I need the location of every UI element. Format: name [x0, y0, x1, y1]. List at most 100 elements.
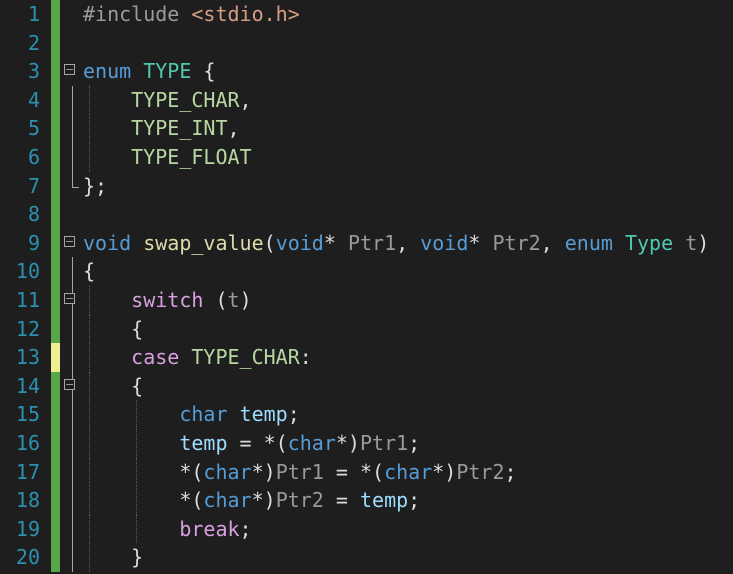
- code-token: TYPE_FLOAT: [131, 145, 252, 169]
- code-token: (: [203, 288, 228, 312]
- fold-guide-line: [72, 514, 73, 544]
- code-text[interactable]: enum TYPE {: [83, 57, 215, 86]
- code-token: char: [203, 488, 252, 513]
- code-text[interactable]: *(char*)Ptr1 = *(char*)Ptr2;: [83, 458, 516, 487]
- code-line[interactable]: 2: [0, 28, 733, 58]
- fold-guide-line: [72, 457, 73, 487]
- code-line[interactable]: 20 }: [0, 543, 733, 572]
- code-line[interactable]: 5 TYPE_INT,: [0, 114, 733, 143]
- code-token: }: [83, 545, 144, 570]
- fold-end-marker: [72, 171, 79, 188]
- saved-change-marker: [51, 28, 60, 58]
- code-text[interactable]: };: [83, 172, 107, 201]
- line-number: 13: [15, 345, 40, 370]
- code-token: temp: [179, 431, 228, 455]
- fold-guide-line: [72, 429, 73, 458]
- saved-change-marker: [51, 543, 60, 572]
- code-token: case: [131, 345, 180, 370]
- code-token: {: [83, 373, 144, 398]
- code-line[interactable]: 12 {: [0, 314, 733, 344]
- code-text[interactable]: char temp;: [83, 400, 300, 429]
- code-token: *): [251, 488, 276, 513]
- line-number: 5: [27, 116, 40, 141]
- code-text[interactable]: #include <stdio.h>: [83, 0, 300, 29]
- code-text[interactable]: break;: [83, 515, 252, 544]
- saved-change-marker: [51, 114, 60, 143]
- code-text[interactable]: switch (t): [83, 286, 252, 315]
- code-text[interactable]: {: [83, 372, 143, 401]
- code-text[interactable]: TYPE_FLOAT: [83, 143, 252, 172]
- code-line[interactable]: 7};: [0, 171, 733, 201]
- code-token: ): [697, 230, 710, 255]
- code-token: ,: [396, 230, 421, 255]
- line-number: 6: [27, 145, 40, 169]
- code-line[interactable]: 1 #include <stdio.h>: [0, 0, 733, 29]
- code-token: ;: [239, 516, 252, 541]
- code-text[interactable]: }: [83, 543, 143, 572]
- code-text[interactable]: {: [83, 257, 95, 286]
- code-text[interactable]: *(char*)Ptr2 = temp;: [83, 486, 420, 515]
- code-line[interactable]: 11 − switch (t): [0, 286, 733, 315]
- code-token: char: [287, 431, 336, 455]
- saved-change-marker: [51, 371, 60, 401]
- code-token: <stdio.h>: [191, 2, 300, 26]
- code-line[interactable]: 16 temp = *(char*)Ptr1;: [0, 429, 733, 458]
- fold-guide-line: [72, 543, 73, 572]
- collapse-icon[interactable]: −: [64, 378, 75, 390]
- saved-change-marker: [51, 228, 60, 258]
- collapse-icon[interactable]: −: [64, 293, 75, 304]
- code-line[interactable]: 6 TYPE_FLOAT: [0, 143, 733, 172]
- collapse-icon[interactable]: −: [64, 64, 75, 76]
- code-line[interactable]: 18 *(char*)Ptr2 = temp;: [0, 486, 733, 515]
- code-line[interactable]: 3 − enum TYPE {: [0, 57, 733, 86]
- code-line[interactable]: 10 {: [0, 257, 733, 286]
- code-token: t: [685, 230, 698, 255]
- line-number: 19: [15, 516, 40, 541]
- line-number: 16: [15, 431, 40, 455]
- code-line[interactable]: 19 break;: [0, 514, 733, 544]
- code-token: t: [227, 288, 240, 312]
- saved-change-marker: [51, 57, 60, 86]
- code-token: TYPE_INT: [131, 116, 228, 141]
- code-token: char: [179, 402, 228, 427]
- code-line[interactable]: 14 − {: [0, 371, 733, 401]
- code-token: = *(: [323, 459, 385, 484]
- code-token: :: [299, 345, 312, 370]
- code-text[interactable]: temp = *(char*)Ptr1;: [83, 429, 420, 458]
- line-number: 1: [27, 2, 40, 26]
- code-text[interactable]: {: [83, 315, 143, 344]
- line-number: 17: [15, 459, 40, 484]
- code-token: Ptr2: [492, 230, 541, 255]
- code-text[interactable]: void swap_value(void* Ptr1, void* Ptr2, …: [83, 229, 709, 258]
- code-token: =: [323, 488, 360, 513]
- line-number: 3: [27, 59, 40, 84]
- code-text[interactable]: TYPE_CHAR,: [83, 86, 251, 115]
- code-line[interactable]: 9− void swap_value(void* Ptr1, void* Ptr2…: [0, 228, 733, 258]
- code-line[interactable]: 13 case TYPE_CHAR:: [0, 343, 733, 372]
- code-token: swap_value: [143, 230, 264, 255]
- code-token: TYPE_CHAR: [131, 87, 240, 112]
- code-token: = *(: [227, 431, 288, 455]
- saved-change-marker: [51, 314, 60, 344]
- code-line[interactable]: 15 char temp;: [0, 400, 733, 429]
- code-token: {: [83, 316, 144, 341]
- code-text[interactable]: TYPE_INT,: [83, 114, 239, 143]
- code-line[interactable]: 17 *(char*)Ptr1 = *(char*)Ptr2;: [0, 457, 733, 487]
- code-line[interactable]: 4 TYPE_CHAR,: [0, 85, 733, 115]
- collapse-icon[interactable]: −: [64, 235, 75, 247]
- line-number: 7: [27, 173, 40, 198]
- code-token: ;: [287, 402, 300, 427]
- code-token: temp: [359, 488, 409, 513]
- code-editor[interactable]: 1 #include <stdio.h> 2 3− enum TYPE {4 TYPE_…: [0, 0, 733, 574]
- code-text[interactable]: case TYPE_CHAR:: [83, 343, 312, 372]
- code-line[interactable]: 8: [0, 200, 733, 229]
- code-token: ): [239, 288, 252, 312]
